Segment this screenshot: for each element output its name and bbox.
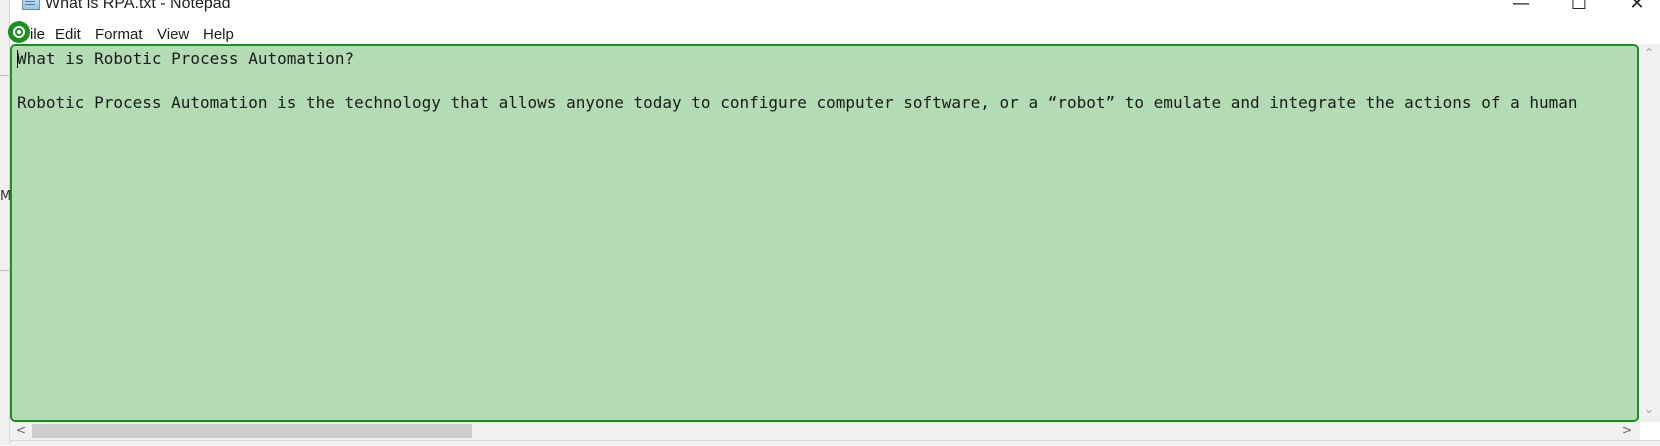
menu-format[interactable]: Format [95, 26, 143, 43]
target-icon [8, 21, 30, 43]
close-button[interactable]: ✕ [1614, 0, 1660, 16]
text-editor-area[interactable]: What is Robotic Process Automation? Robo… [10, 44, 1639, 422]
vertical-scrollbar[interactable]: ⌃ ⌄ [1640, 44, 1660, 422]
notepad-icon [22, 0, 40, 10]
horizontal-scrollbar[interactable]: < > [10, 422, 1640, 440]
scroll-up-icon[interactable]: ⌃ [1644, 46, 1654, 60]
editor-line: What is Robotic Process Automation? [17, 49, 355, 68]
menu-edit[interactable]: Edit [55, 26, 81, 43]
scroll-down-icon[interactable]: ⌄ [1644, 402, 1654, 416]
maximize-button[interactable]: ☐ [1556, 0, 1602, 16]
horizontal-scroll-thumb[interactable] [32, 424, 472, 438]
status-bar [10, 440, 1660, 446]
menu-help[interactable]: Help [203, 26, 234, 43]
background-window-edge: M [0, 0, 11, 445]
window-title: What is RPA.txt - Notepad [45, 0, 231, 12]
background-divider [0, 75, 9, 76]
menu-file[interactable]: ile [30, 26, 45, 43]
menu-bar: ile Edit Format View Help [10, 24, 1660, 44]
scroll-right-icon[interactable]: > [1622, 423, 1632, 437]
minimize-button[interactable]: — [1498, 0, 1544, 16]
scroll-left-icon[interactable]: < [16, 423, 26, 437]
editor-line: Robotic Process Automation is the techno… [17, 93, 1578, 112]
title-bar: What is RPA.txt - Notepad — ☐ ✕ [10, 0, 1660, 20]
menu-view[interactable]: View [157, 26, 189, 43]
background-divider [0, 270, 9, 271]
